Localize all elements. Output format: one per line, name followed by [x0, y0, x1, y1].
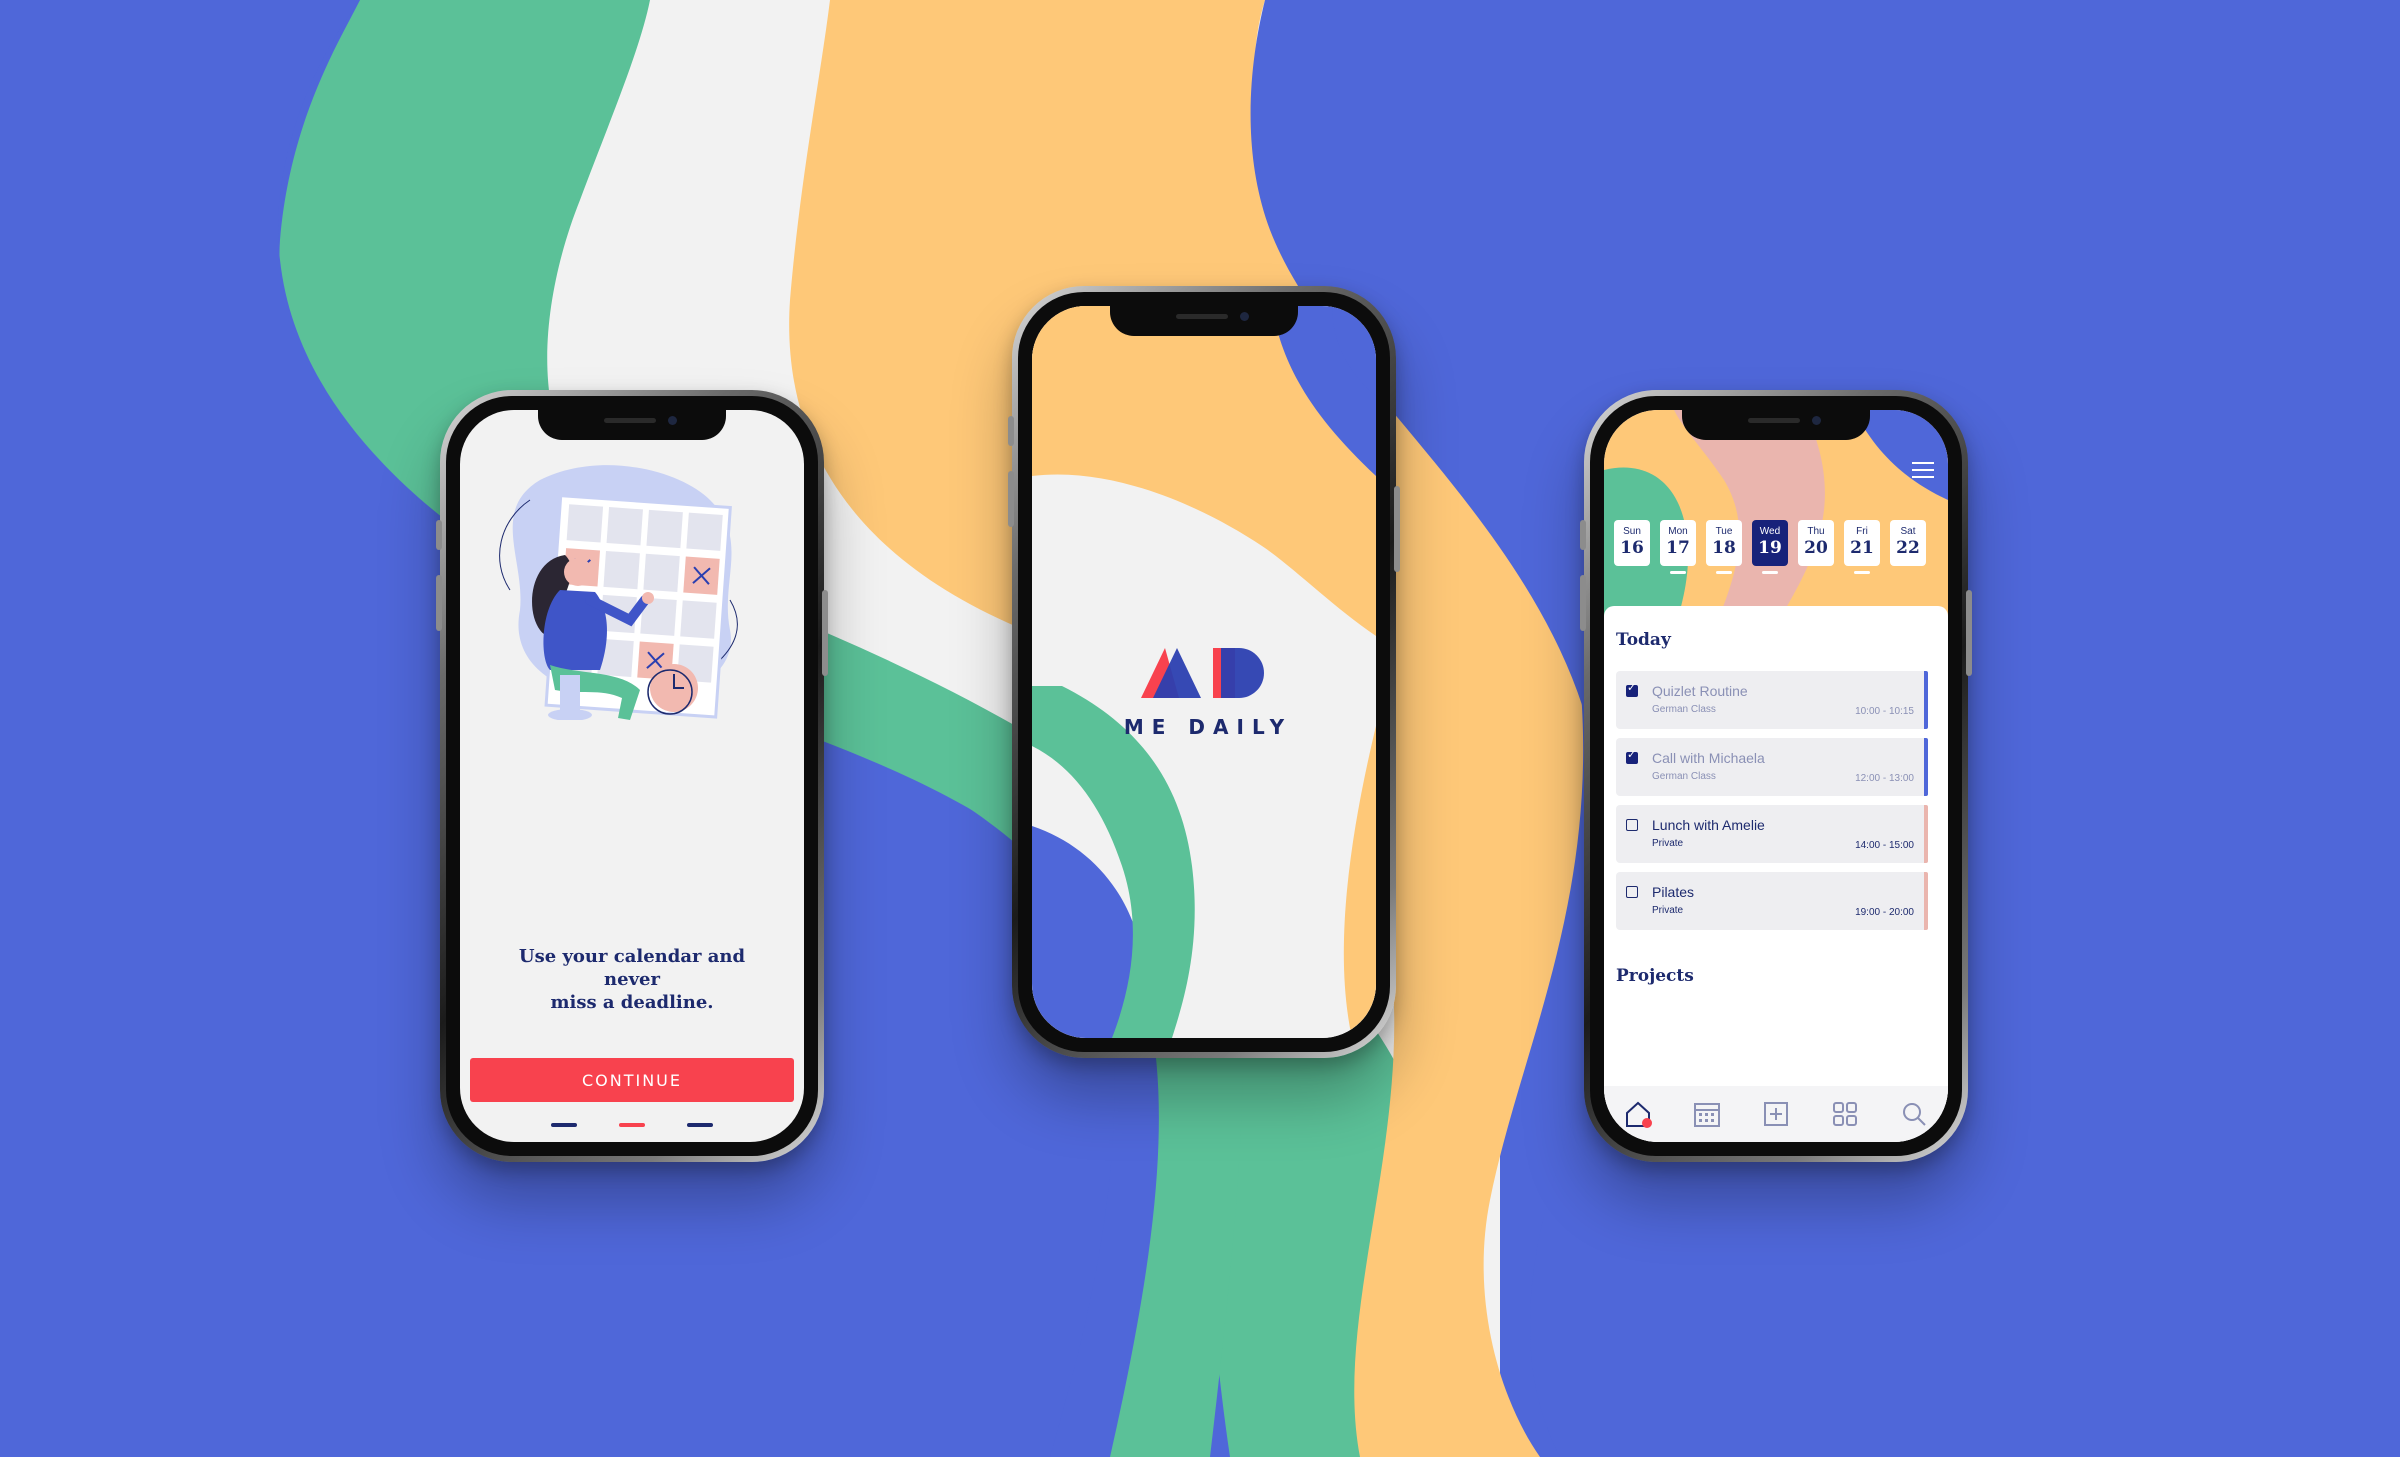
day-chip-thu[interactable]: Thu 20 — [1798, 520, 1834, 566]
notch — [538, 410, 726, 440]
task-checkbox[interactable] — [1626, 819, 1638, 831]
grid-icon[interactable] — [1829, 1098, 1861, 1130]
task-accent-bar — [1924, 738, 1928, 796]
home-icon[interactable] — [1622, 1098, 1654, 1130]
add-icon[interactable] — [1760, 1098, 1792, 1130]
day-number: 18 — [1712, 538, 1736, 558]
day-name: Tue — [1715, 526, 1733, 537]
notch — [1110, 306, 1298, 336]
day-name: Sat — [1900, 526, 1916, 537]
week-day-selector: Sun 16 Mon 17 Tue 18 Wed 19 Thu 20 Fri 21 Sat 22 — [1614, 520, 1926, 574]
day-number: 17 — [1666, 538, 1690, 558]
task-time: 12:00 - 13:00 — [1855, 773, 1914, 784]
task-item[interactable]: Pilates Private 19:00 - 20:00 — [1616, 872, 1928, 930]
event-marker — [1854, 571, 1870, 574]
day-chip-fri[interactable]: Fri 21 — [1844, 520, 1880, 574]
event-marker — [1716, 571, 1732, 574]
continue-button[interactable]: CONTINUE — [470, 1058, 794, 1102]
phone-onboarding: Use your calendar and never miss a deadl… — [436, 390, 828, 1162]
task-category: German Class — [1652, 771, 1716, 782]
logo-mark-icon — [1141, 648, 1264, 698]
task-title: Pilates — [1652, 884, 1695, 900]
event-marker — [1670, 571, 1686, 574]
planner-screen: Sun 16 Mon 17 Tue 18 Wed 19 Thu 20 Fri 21 Sat 22 Toda… — [1604, 410, 1948, 1142]
page-dot[interactable] — [687, 1123, 713, 1127]
splash-screen: ME DAILY — [1032, 306, 1376, 1038]
page-dot[interactable] — [551, 1123, 577, 1127]
page-dot-active[interactable] — [619, 1123, 645, 1127]
day-number: 20 — [1804, 538, 1828, 558]
event-marker — [1762, 571, 1778, 574]
task-title: Quizlet Routine — [1652, 683, 1748, 699]
day-name: Mon — [1668, 526, 1688, 537]
task-checkbox[interactable] — [1626, 886, 1638, 898]
notch — [1682, 410, 1870, 440]
page-indicator — [460, 1123, 804, 1127]
task-item[interactable]: Lunch with Amelie Private 14:00 - 15:00 — [1616, 805, 1928, 863]
task-title: Call with Michaela — [1652, 750, 1765, 766]
menu-icon[interactable] — [1912, 462, 1934, 480]
onboarding-line-2: miss a deadline. — [550, 992, 714, 1013]
search-icon[interactable] — [1898, 1098, 1930, 1130]
phone-splash: ME DAILY — [1008, 286, 1400, 1058]
task-time: 19:00 - 20:00 — [1855, 907, 1914, 918]
phone-planner: Sun 16 Mon 17 Tue 18 Wed 19 Thu 20 Fri 21 Sat 22 Toda… — [1580, 390, 1972, 1162]
task-accent-bar — [1924, 805, 1928, 863]
projects-heading: Projects — [1616, 966, 1694, 986]
bottom-navigation — [1604, 1086, 1948, 1142]
today-heading: Today — [1616, 630, 1671, 650]
day-chip-wed[interactable]: Wed 19 — [1752, 520, 1788, 574]
onboarding-screen: Use your calendar and never miss a deadl… — [460, 410, 804, 1142]
day-name: Thu — [1807, 526, 1825, 537]
task-item[interactable]: Call with Michaela German Class 12:00 - 13… — [1616, 738, 1928, 796]
onboarding-message: Use your calendar and never miss a deadl… — [490, 945, 774, 1014]
day-name: Fri — [1856, 526, 1868, 537]
task-title: Lunch with Amelie — [1652, 817, 1765, 833]
task-accent-bar — [1924, 872, 1928, 930]
onboarding-line-1: Use your calendar and never — [518, 946, 746, 990]
logo-text: ME DAILY — [1123, 715, 1293, 739]
task-time: 14:00 - 15:00 — [1855, 840, 1914, 851]
task-category: Private — [1652, 905, 1684, 916]
day-number: 16 — [1620, 538, 1644, 558]
day-number: 21 — [1850, 538, 1874, 558]
task-category: German Class — [1652, 704, 1716, 715]
day-chip-mon[interactable]: Mon 17 — [1660, 520, 1696, 574]
day-chip-tue[interactable]: Tue 18 — [1706, 520, 1742, 574]
day-chip-sat[interactable]: Sat 22 — [1890, 520, 1926, 566]
task-category: Private — [1652, 838, 1684, 849]
task-checkbox[interactable] — [1626, 748, 1638, 764]
day-chip-sun[interactable]: Sun 16 — [1614, 520, 1650, 566]
day-number: 19 — [1758, 538, 1782, 558]
day-name: Wed — [1759, 526, 1781, 537]
day-number: 22 — [1896, 538, 1920, 558]
task-accent-bar — [1924, 671, 1928, 729]
agenda-panel: Today Quizlet Routine German Class 10:00 -… — [1604, 606, 1948, 1142]
calendar-illustration — [499, 465, 738, 720]
app-logo: ME DAILY — [1032, 646, 1376, 739]
day-name: Sun — [1623, 526, 1641, 537]
task-time: 10:00 - 10:15 — [1855, 706, 1914, 717]
task-checkbox[interactable] — [1626, 681, 1638, 697]
task-item[interactable]: Quizlet Routine German Class 10:00 - 10:15 — [1616, 671, 1928, 729]
calendar-icon[interactable] — [1691, 1098, 1723, 1130]
